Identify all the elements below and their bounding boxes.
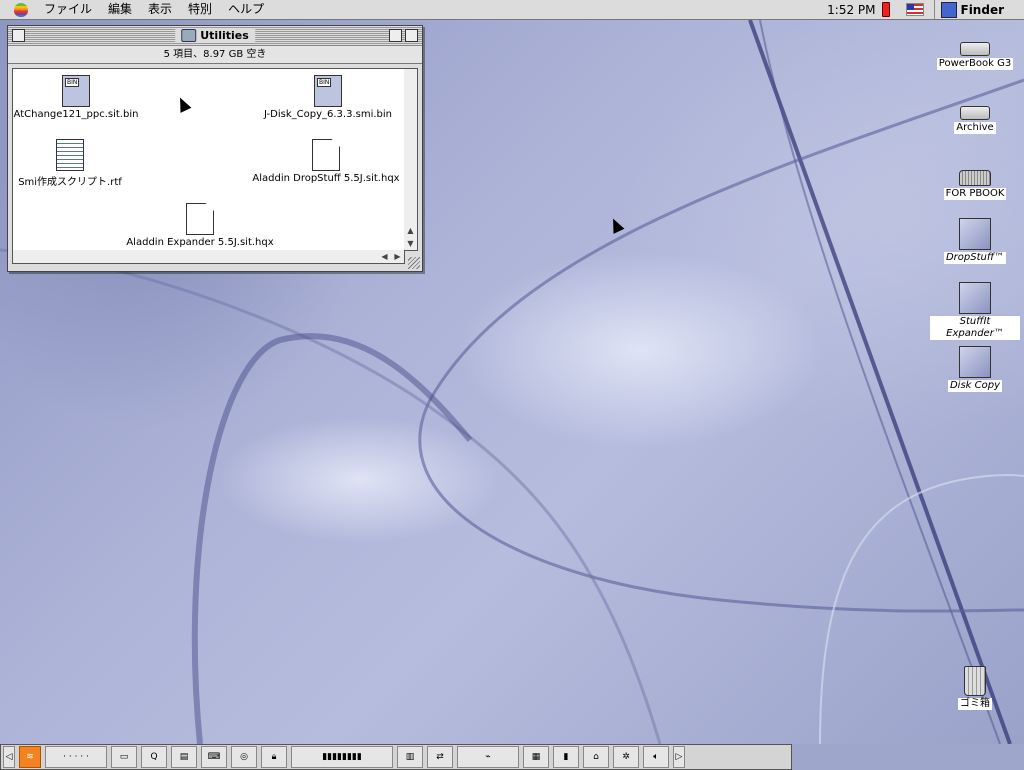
file-item[interactable]: J-Disk_Copy_6.3.3.smi.bin [253, 75, 403, 120]
document-icon [186, 203, 214, 235]
utilities-window[interactable]: Utilities 5 項目、8.97 GB 空き AtChange121_pp… [7, 25, 423, 272]
rss-icon[interactable]: ≋ [19, 746, 41, 768]
desktop-icon-label: StuffIt Expander™ [930, 316, 1020, 340]
desktop-icon-archive[interactable]: Archive [930, 106, 1020, 134]
speaker-icon[interactable]: 🔈︎ [643, 746, 669, 768]
monitor-depth-icon[interactable]: ▦ [523, 746, 549, 768]
desktop-icon-trash[interactable]: ゴミ箱 [930, 666, 1020, 710]
desktop-icon-for-pbook[interactable]: FOR PBOOK [930, 170, 1020, 200]
desktop-icon-powerbook-g3[interactable]: PowerBook G3 [930, 42, 1020, 70]
menu-edit[interactable]: 編集 [100, 0, 140, 19]
application-menu[interactable]: Finder [961, 3, 1005, 17]
close-box-icon[interactable] [12, 29, 25, 42]
file-item[interactable]: Smi作成スクリプト.rtf [13, 139, 145, 188]
file-name: Aladdin Expander 5.5J.sit.hqx [126, 237, 274, 248]
desktop-icon-dropstuff[interactable]: DropStuff™ [930, 218, 1020, 264]
file-item[interactable]: Aladdin DropStuff 5.5J.sit.hqx [251, 139, 401, 184]
rtf-document-icon [56, 139, 84, 171]
menu-help[interactable]: ヘルプ [220, 0, 272, 19]
menu-file[interactable]: ファイル [36, 0, 100, 19]
battery-icon[interactable] [881, 2, 890, 17]
strip-collapse-arrow-icon[interactable]: ◁ [3, 746, 15, 768]
print-icon[interactable]: ▥ [397, 746, 423, 768]
menu-clock[interactable]: 1:52 PM [823, 3, 879, 17]
folder-icon [181, 29, 197, 42]
monitor-icon[interactable]: ▭ [111, 746, 137, 768]
zoom-box-icon[interactable] [389, 29, 402, 42]
desktop-icon-label: Archive [954, 122, 996, 134]
cd-icon[interactable]: ◎ [231, 746, 257, 768]
control-strip: ◁ ≋ · · · · · ▭ Q ▤ ⌨ ◎ 🔒︎ ▮▮▮▮▮▮▮▮ ▥ ⇄ … [0, 744, 792, 770]
window-title-bar[interactable]: Utilities [8, 26, 422, 46]
desktop-icon-stuffit-expander[interactable]: StuffIt Expander™ [930, 282, 1020, 340]
resize-grip-icon[interactable] [408, 257, 420, 269]
menu-bar: ファイル 編集 表示 特別 ヘルプ 1:52 PM Finder [0, 0, 1024, 20]
desktop-icon-label: ゴミ箱 [958, 698, 992, 710]
printer-icon[interactable]: ▤ [171, 746, 197, 768]
trash-icon [964, 666, 986, 696]
menu-bar-extras: 1:52 PM Finder [823, 0, 1024, 19]
disk-copy-app-icon [959, 346, 991, 378]
finder-icon [940, 1, 957, 18]
quicktime-icon[interactable]: Q [141, 746, 167, 768]
scroll-up-arrow-icon[interactable]: ▲ [405, 225, 416, 236]
stuffit-expander-app-icon [959, 282, 991, 314]
remote-access-icon[interactable]: ✲ [613, 746, 639, 768]
strip-tab-icon[interactable]: ▷ [673, 746, 685, 768]
hard-disk-icon [960, 42, 990, 56]
window-content: AtChange121_ppc.sit.bin J-Disk_Copy_6.3.… [12, 68, 405, 251]
file-name: Smi作成スクリプト.rtf [18, 177, 122, 188]
bin-file-icon [314, 75, 342, 107]
keyboard-layout-flag-icon[interactable] [905, 3, 924, 16]
file-name: AtChange121_ppc.sit.bin [13, 109, 139, 120]
apple-logo-icon[interactable] [14, 2, 28, 17]
strip-scroll-region[interactable]: · · · · · [45, 746, 107, 768]
desktop-icon-label: PowerBook G3 [936, 58, 1014, 70]
file-sharing-icon[interactable]: ⇄ [427, 746, 453, 768]
window-status-bar: 5 項目、8.97 GB 空き [8, 46, 422, 64]
file-item[interactable]: AtChange121_ppc.sit.bin [13, 75, 151, 120]
scroll-left-arrow-icon[interactable]: ◀ [379, 251, 390, 262]
document-icon [312, 139, 340, 171]
menu-view[interactable]: 表示 [140, 0, 180, 19]
mouse-cursor [174, 95, 192, 113]
shared-disk-icon [959, 170, 991, 186]
menu-special[interactable]: 特別 [180, 0, 220, 19]
hard-disk-icon [960, 106, 990, 120]
bin-file-icon [62, 75, 90, 107]
vertical-scrollbar[interactable]: ▲ ▼ [404, 68, 418, 251]
desktop-icon-label: FOR PBOOK [943, 188, 1007, 200]
desktop-icon-label: Disk Copy [947, 380, 1003, 392]
dropstuff-app-icon [959, 218, 991, 250]
scroll-right-arrow-icon[interactable]: ▶ [392, 251, 403, 262]
keyboard-icon[interactable]: ⌨ [201, 746, 227, 768]
desktop-icon-disk-copy[interactable]: Disk Copy [930, 346, 1020, 392]
window-title-text: Utilities [200, 29, 249, 42]
lock-icon[interactable]: 🔒︎ [261, 746, 287, 768]
appletalk-icon[interactable]: ⌁ [457, 746, 519, 768]
location-icon[interactable]: ⌂ [583, 746, 609, 768]
collapse-box-icon[interactable] [405, 29, 418, 42]
scroll-down-arrow-icon[interactable]: ▼ [405, 238, 416, 249]
menu-separator [933, 0, 935, 19]
brightness-icon[interactable]: ▮▮▮▮▮▮▮▮ [291, 746, 393, 768]
horizontal-scrollbar[interactable]: ◀ ▶ [12, 250, 405, 264]
window-title: Utilities [175, 28, 255, 43]
desktop-icon-label: DropStuff™ [943, 252, 1007, 264]
monitor-resolution-icon[interactable]: ▮ [553, 746, 579, 768]
file-name: Aladdin DropStuff 5.5J.sit.hqx [252, 173, 400, 184]
file-name: J-Disk_Copy_6.3.3.smi.bin [263, 109, 393, 120]
file-item[interactable]: Aladdin Expander 5.5J.sit.hqx [125, 203, 275, 248]
